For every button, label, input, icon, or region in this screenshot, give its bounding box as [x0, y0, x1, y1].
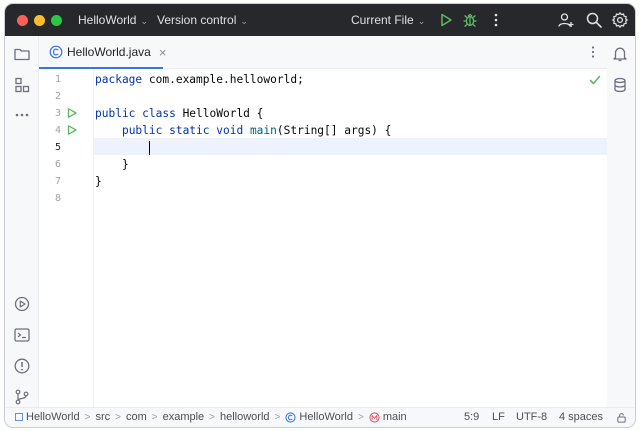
run-main-gutter-icon[interactable] — [67, 125, 77, 135]
git-icon[interactable] — [13, 388, 31, 406]
more-icon[interactable] — [13, 106, 31, 124]
left-tool-strip — [5, 36, 39, 410]
chevron-down-icon: ⌄ — [140, 16, 149, 26]
keyword: public static void — [121, 124, 244, 137]
add-user-icon[interactable] — [557, 11, 575, 29]
problems-icon[interactable] — [13, 357, 31, 375]
breadcrumb-item[interactable]: example — [163, 411, 205, 423]
code-line-4: public static void main(String[] args) { — [95, 122, 391, 139]
project-name: HelloWorld — [78, 13, 137, 27]
cursor-position[interactable]: 5:9 — [464, 408, 479, 427]
keyword: public class — [95, 107, 176, 120]
code-text: HelloWorld { — [175, 107, 264, 120]
maximize-window-button[interactable] — [51, 15, 62, 26]
line-number-gutter: 1 2 3 4 5 6 7 8 — [39, 69, 94, 410]
line-number: 7 — [54, 176, 61, 187]
method-m-icon — [369, 412, 380, 423]
text-caret — [148, 141, 151, 155]
vcs-label: Version control — [157, 13, 237, 27]
chevron-right-icon: > — [84, 412, 91, 423]
line-number: 8 — [54, 193, 61, 204]
database-icon[interactable] — [611, 76, 629, 94]
notifications-icon[interactable] — [611, 45, 629, 63]
line-number: 3 — [54, 108, 61, 119]
checkmark-icon[interactable] — [589, 74, 601, 86]
tab-helloworld-java[interactable]: HelloWorld.java × — [39, 36, 176, 68]
line-number-current: 5 — [54, 142, 61, 153]
code-line-6: } — [95, 156, 129, 173]
search-icon[interactable] — [585, 11, 603, 29]
settings-gear-icon[interactable] — [611, 11, 629, 29]
run-icon[interactable] — [437, 11, 455, 29]
chevron-right-icon: > — [115, 412, 121, 423]
line-number: 4 — [54, 125, 61, 136]
breadcrumb-item[interactable]: HelloWorld — [26, 411, 80, 423]
code-line-3: public class HelloWorld { — [95, 105, 263, 122]
tab-label: HelloWorld.java — [67, 45, 151, 59]
line-number: 6 — [54, 159, 61, 170]
line-number: 2 — [54, 91, 61, 102]
code-line-7: } — [95, 173, 102, 190]
breadcrumb-item[interactable]: HelloWorld — [299, 411, 353, 423]
chevron-right-icon: > — [357, 412, 364, 423]
status-bar: HelloWorld > src > com > example > helloworld > He… — [5, 407, 635, 427]
vcs-selector[interactable]: Version control ⌄ — [157, 4, 248, 36]
code-line-1: package com.example.helloworld; — [95, 71, 304, 88]
code-text: } — [95, 175, 102, 188]
code-editor[interactable]: 1 2 3 4 5 6 7 8 package com.example.hell… — [39, 69, 607, 410]
close-window-button[interactable] — [17, 15, 28, 26]
editor-tab-bar: HelloWorld.java × — [39, 36, 607, 69]
title-bar: HelloWorld ⌄ Version control ⌄ Current Fil… — [5, 4, 635, 36]
run-class-gutter-icon[interactable] — [67, 108, 77, 118]
class-c-icon — [285, 412, 296, 423]
chevron-right-icon: > — [274, 412, 281, 423]
current-line-highlight — [93, 138, 607, 155]
terminal-icon[interactable] — [13, 326, 31, 344]
code-text: com.example.helloworld; — [142, 73, 304, 86]
breadcrumb-item[interactable]: com — [126, 411, 147, 423]
method-name: main — [243, 124, 277, 137]
code-text: (String[] args) { — [276, 124, 392, 137]
ide-window: HelloWorld ⌄ Version control ⌄ Current Fil… — [4, 3, 636, 428]
project-selector[interactable]: HelloWorld ⌄ — [78, 4, 148, 36]
module-icon — [15, 413, 23, 422]
more-actions-icon[interactable] — [487, 11, 505, 29]
line-separator[interactable]: LF — [492, 408, 505, 427]
run-config-label: Current File — [351, 13, 414, 27]
minimize-window-button[interactable] — [34, 15, 45, 26]
code-line-5 — [95, 139, 151, 156]
close-tab-icon[interactable]: × — [159, 45, 167, 60]
breadcrumb: HelloWorld > src > com > example > helloworld > He… — [15, 408, 407, 427]
right-tool-strip — [604, 36, 635, 410]
chevron-down-icon: ⌄ — [240, 16, 248, 26]
debug-icon[interactable] — [461, 11, 479, 29]
folder-icon[interactable] — [13, 45, 31, 63]
chevron-right-icon: > — [151, 412, 158, 423]
breadcrumb-item[interactable]: helloworld — [220, 411, 270, 423]
indent-setting[interactable]: 4 spaces — [559, 408, 603, 427]
chevron-down-icon: ⌄ — [417, 16, 426, 26]
keyword: package — [95, 73, 143, 86]
chevron-right-icon: > — [209, 412, 215, 423]
class-c-icon — [49, 45, 63, 59]
code-text: } — [121, 158, 129, 171]
services-icon[interactable] — [13, 295, 31, 313]
breadcrumb-item[interactable]: main — [383, 411, 407, 423]
run-config-selector[interactable]: Current File ⌄ — [351, 4, 425, 36]
breadcrumb-item[interactable]: src — [95, 411, 110, 423]
structure-icon[interactable] — [13, 76, 31, 94]
lock-icon[interactable] — [616, 412, 627, 423]
file-encoding[interactable]: UTF-8 — [516, 408, 547, 427]
tab-options-icon[interactable] — [585, 44, 601, 60]
line-number: 1 — [54, 74, 61, 85]
